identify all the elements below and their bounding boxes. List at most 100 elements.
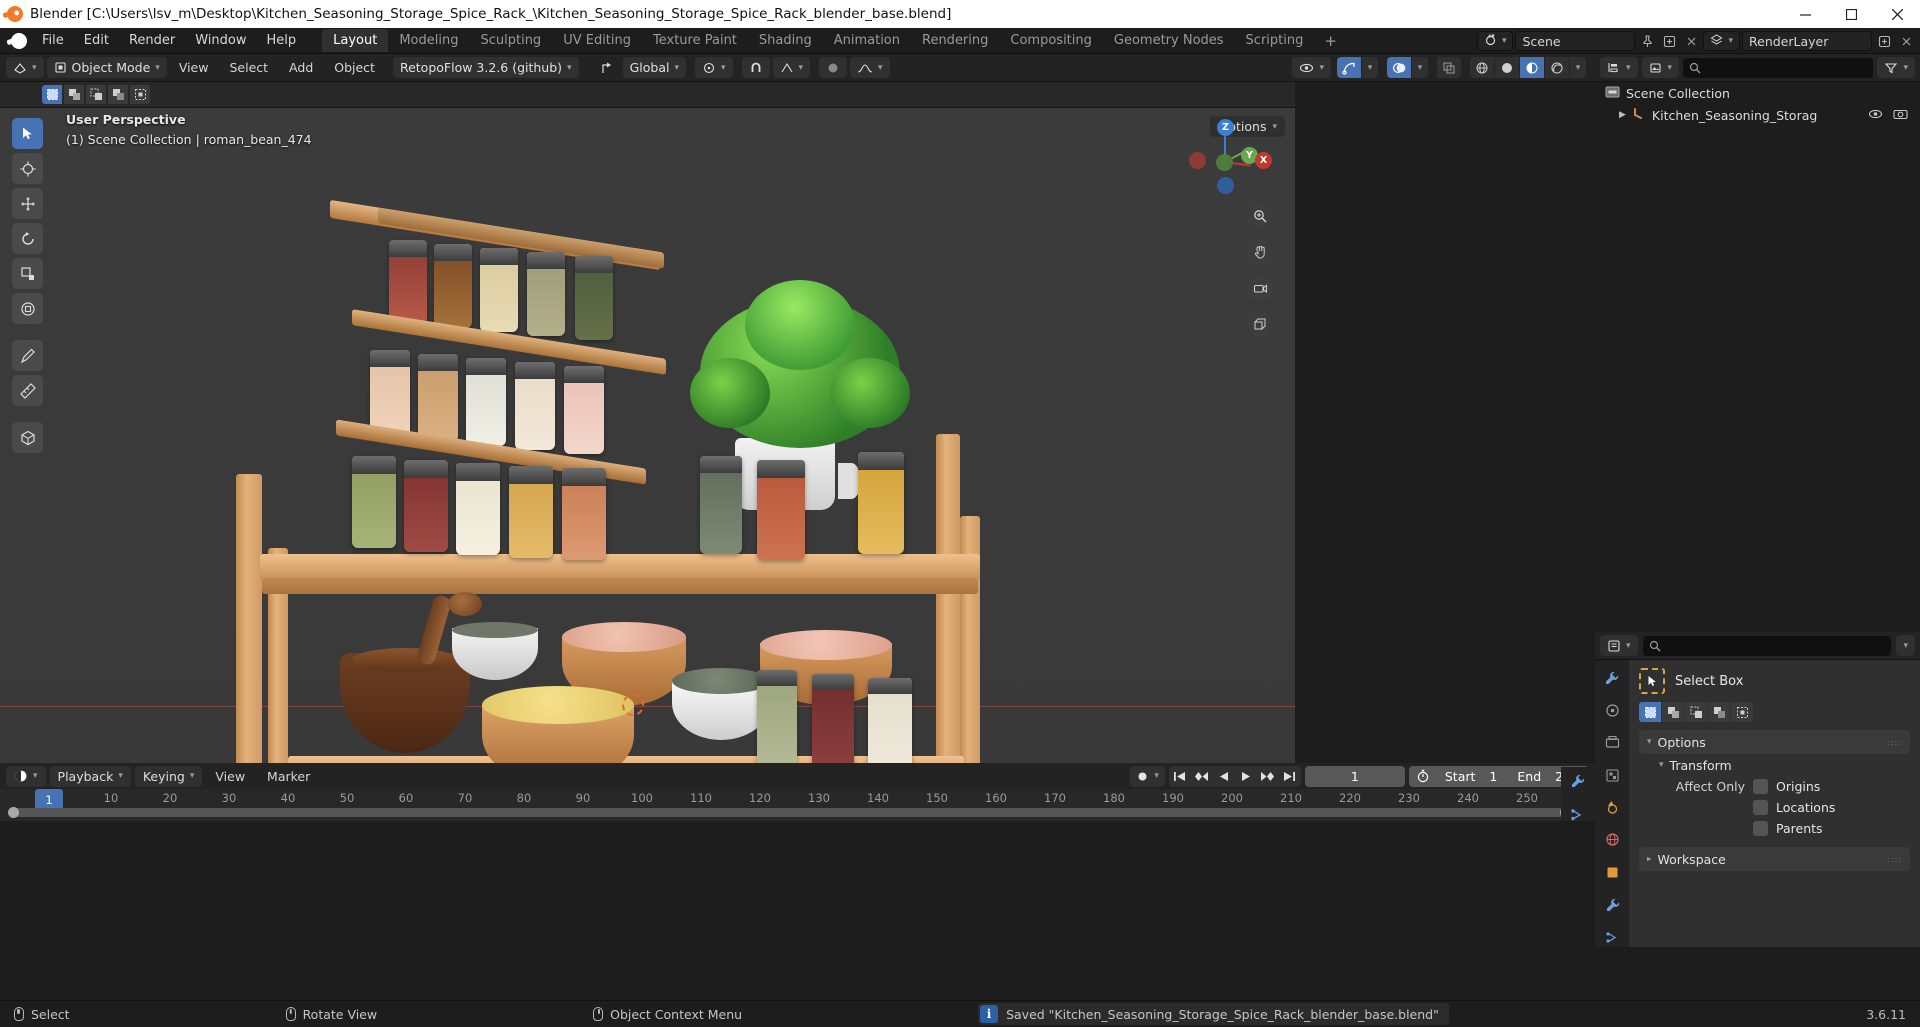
shading-settings-chevron-down-icon[interactable]: ▾ [1570, 57, 1586, 78]
panel-workspace[interactable]: ▾ Workspace :::: [1639, 847, 1910, 871]
pin-scene-icon[interactable] [1637, 31, 1657, 51]
expand-chevron-right-icon[interactable]: ▶ [1619, 110, 1626, 120]
start-frame-field[interactable]: Start 1 [1435, 769, 1508, 784]
scene-selector[interactable]: ▾ [1476, 31, 1514, 51]
outliner-editor-type-button[interactable]: ▾ [1600, 57, 1638, 78]
properties-tab-tool[interactable] [1602, 668, 1622, 687]
tool-measure[interactable] [12, 375, 43, 406]
view-layer-selector[interactable]: ▾ [1703, 31, 1740, 51]
current-frame-field[interactable]: 1 [1304, 765, 1405, 787]
render-camera-icon[interactable] [1893, 108, 1908, 123]
prev-keyframe-button[interactable] [1191, 766, 1213, 787]
workspace-tab-rendering[interactable]: Rendering [911, 29, 999, 52]
properties-options-chevron-down-icon[interactable]: ▾ [1896, 635, 1915, 656]
timeline-menu-playback[interactable]: Playback ▾ [49, 765, 131, 787]
scene-name-field[interactable]: Scene [1515, 31, 1636, 51]
select-mode-set-button[interactable] [42, 85, 62, 104]
remove-view-layer-icon[interactable] [1896, 31, 1916, 51]
play-button[interactable] [1235, 766, 1257, 787]
properties-tab-modifiers[interactable] [1602, 895, 1622, 914]
props-select-mode-extend[interactable] [1662, 702, 1684, 722]
overlays-settings-chevron-down-icon[interactable]: ▾ [1412, 57, 1428, 78]
menu-window[interactable]: Window [185, 30, 256, 51]
panel-options[interactable]: ▾ Options :::: [1639, 730, 1910, 754]
select-mode-subtract-button[interactable] [86, 85, 106, 104]
workspace-tab-animation[interactable]: Animation [823, 29, 911, 52]
gizmo-axis-z[interactable]: Z [1217, 119, 1234, 136]
properties-tab-scene[interactable] [1602, 798, 1622, 817]
parents-checkbox[interactable] [1753, 821, 1768, 836]
shading-solid-button[interactable] [1495, 57, 1519, 78]
timeline-menu-marker[interactable]: Marker [258, 769, 319, 784]
menu-help[interactable]: Help [257, 30, 307, 51]
auto-keying-button[interactable]: ▾ [1130, 765, 1165, 787]
visibility-eye-icon[interactable] [1868, 108, 1883, 123]
workspace-tab-modeling[interactable]: Modeling [388, 29, 469, 52]
add-workspace-button[interactable]: + [1314, 30, 1347, 52]
outliner-filter-button[interactable]: ▾ [1877, 57, 1915, 78]
properties-editor-type-button[interactable]: ▾ [1600, 635, 1638, 656]
gizmo-axis-x[interactable]: X [1255, 152, 1272, 169]
viewport-menu-select[interactable]: Select [220, 60, 277, 75]
panel-transform[interactable]: ▾ Transform [1639, 754, 1910, 776]
jump-to-end-button[interactable] [1279, 766, 1301, 787]
tool-rotate[interactable] [12, 223, 43, 254]
props-select-mode-subtract[interactable] [1685, 702, 1707, 722]
menu-render[interactable]: Render [119, 30, 185, 51]
workspace-tab-geometry-nodes[interactable]: Geometry Nodes [1103, 29, 1235, 52]
pivot-point-button[interactable]: ▾ [694, 57, 733, 78]
wrench-modifier-icon[interactable] [1570, 773, 1586, 793]
ortho-persp-icon[interactable] [1247, 311, 1273, 337]
gizmo-settings-chevron-down-icon[interactable]: ▾ [1362, 57, 1378, 78]
workspace-tab-sculpting[interactable]: Sculpting [469, 29, 552, 52]
properties-tab-output[interactable] [1602, 733, 1622, 752]
viewport-menu-add[interactable]: Add [280, 60, 322, 75]
props-select-mode-intersect[interactable] [1731, 702, 1753, 722]
tool-select-box[interactable] [12, 118, 43, 149]
proportional-edit-button[interactable] [819, 57, 848, 78]
minimize-button[interactable] [1782, 0, 1828, 28]
3d-viewport[interactable]: User Perspective (1) Scene Collection | … [0, 108, 1295, 763]
workspace-tab-layout[interactable]: Layout [322, 29, 389, 52]
overlays-toggle-button[interactable] [1387, 57, 1411, 78]
select-mode-intersect-button[interactable] [130, 85, 150, 104]
close-button[interactable] [1874, 0, 1920, 28]
visibility-button[interactable]: ▾ [1292, 57, 1331, 78]
status-report[interactable]: i Saved "Kitchen_Seasoning_Storage_Spice… [978, 1003, 1449, 1025]
play-reverse-button[interactable] [1213, 766, 1235, 787]
tool-scale[interactable] [12, 258, 43, 289]
tool-cursor[interactable] [12, 153, 43, 184]
gizmo-axis-neg-z[interactable] [1217, 177, 1234, 194]
snap-settings-button[interactable]: ▾ [772, 57, 811, 78]
proportional-falloff-button[interactable]: ▾ [850, 57, 890, 78]
workspace-tab-uv-editing[interactable]: UV Editing [552, 29, 642, 52]
properties-tab-object[interactable] [1602, 863, 1622, 882]
tool-transform[interactable] [12, 293, 43, 324]
maximize-button[interactable] [1828, 0, 1874, 28]
timeline-horizontal-scrollbar[interactable] [8, 807, 1571, 818]
particles-icon[interactable] [1570, 807, 1586, 827]
delete-scene-icon[interactable] [1681, 31, 1701, 51]
properties-tab-view-layer[interactable] [1602, 765, 1622, 784]
blender-menu-icon[interactable] [6, 32, 32, 49]
properties-tab-world[interactable] [1602, 830, 1622, 849]
properties-tab-render[interactable] [1602, 700, 1622, 719]
gizmo-toggle-button[interactable] [1337, 57, 1361, 78]
select-mode-extend-button[interactable] [64, 85, 84, 104]
outliner-row-kitchen-object[interactable]: ▶ Kitchen_Seasoning_Storag [1595, 104, 1920, 126]
timeline-menu-view[interactable]: View [206, 769, 254, 784]
tool-move[interactable] [12, 188, 43, 219]
workspace-tab-shading[interactable]: Shading [748, 29, 823, 52]
workspace-tab-compositing[interactable]: Compositing [999, 29, 1103, 52]
navigation-gizmo[interactable]: Z Y X [1187, 114, 1272, 194]
xray-toggle-button[interactable] [1437, 57, 1461, 78]
menu-file[interactable]: File [32, 30, 74, 51]
origins-checkbox[interactable] [1753, 779, 1768, 794]
viewport-menu-view[interactable]: View [170, 60, 218, 75]
next-keyframe-button[interactable] [1257, 766, 1279, 787]
locations-checkbox[interactable] [1753, 800, 1768, 815]
gizmo-axis-neg-x[interactable] [1189, 152, 1206, 169]
workspace-tab-scripting[interactable]: Scripting [1235, 29, 1315, 52]
properties-tab-particles[interactable] [1602, 928, 1622, 947]
camera-icon[interactable] [1247, 275, 1273, 301]
